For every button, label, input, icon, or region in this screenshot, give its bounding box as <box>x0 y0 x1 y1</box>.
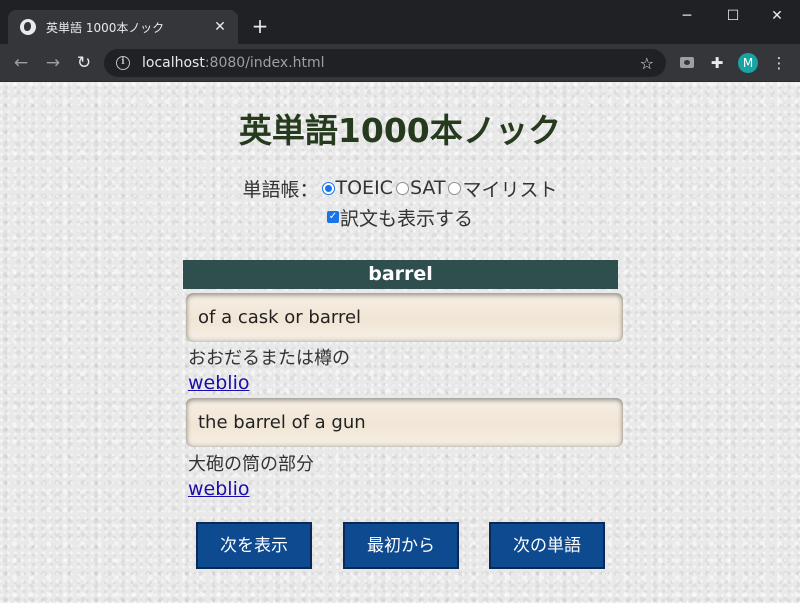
tab-title: 英単語 1000本ノック <box>46 20 165 35</box>
forward-arrow-icon[interactable]: → <box>41 51 65 75</box>
close-window-button[interactable]: ✕ <box>754 4 800 28</box>
browser-tab[interactable]: 英単語 1000本ノック ✕ <box>8 10 238 44</box>
example-sentence-1: of a cask or barrel <box>186 293 623 342</box>
maximize-button[interactable]: ☐ <box>710 4 756 28</box>
profile-avatar[interactable]: M <box>738 53 758 73</box>
globe-icon <box>20 19 36 35</box>
minimize-button[interactable]: ─ <box>664 4 710 28</box>
radio-mylist-label[interactable]: マイリスト <box>462 175 557 202</box>
wordbook-selector: 単語帳： TOEIC SAT マイリスト <box>0 175 800 201</box>
radio-sat[interactable] <box>395 181 409 195</box>
bookmark-star-icon[interactable]: ☆ <box>640 54 654 73</box>
radio-sat-label[interactable]: SAT <box>410 177 446 199</box>
weblio-link-2[interactable]: weblio <box>188 478 249 500</box>
radio-toeic[interactable] <box>321 181 335 195</box>
new-tab-button[interactable]: + <box>248 15 272 39</box>
reload-icon[interactable]: ↻ <box>72 51 96 75</box>
example-sentence-2: the barrel of a gun <box>186 398 623 447</box>
options-panel: 単語帳： TOEIC SAT マイリスト ✓ 訳文も表示する <box>0 175 800 230</box>
wordbook-label: 単語帳： <box>242 178 319 201</box>
tab-strip: 英単語 1000本ノック ✕ + ─ ☐ ✕ <box>0 0 800 44</box>
address-bar[interactable]: i localhost:8080/index.html ☆ <box>104 49 666 77</box>
page-title: 英単語1000本ノック <box>238 111 562 150</box>
tab-close-icon[interactable]: ✕ <box>212 19 228 35</box>
url-text[interactable]: localhost:8080/index.html <box>142 55 640 71</box>
show-translation-label[interactable]: 訳文も表示する <box>340 204 473 231</box>
site-info-icon[interactable]: i <box>116 56 130 70</box>
browser-toolbar: ← → ↻ i localhost:8080/index.html ☆ ✚ M … <box>0 44 800 82</box>
translation-1: おおだるまたは樽の <box>188 348 350 369</box>
media-control-icon[interactable] <box>680 57 694 68</box>
word-heading: barrel <box>183 260 618 289</box>
back-arrow-icon[interactable]: ← <box>9 51 33 75</box>
page-viewport: 英単語1000本ノック 単語帳： TOEIC SAT マイリスト ✓ 訳文も表示… <box>0 82 800 603</box>
show-translation-toggle: ✓ 訳文も表示する <box>0 204 800 230</box>
show-translation-checkbox[interactable]: ✓ <box>326 211 339 223</box>
translation-2: 大砲の筒の部分 <box>188 454 314 475</box>
radio-mylist[interactable] <box>448 181 462 195</box>
extensions-puzzle-icon[interactable]: ✚ <box>706 52 728 74</box>
restart-button[interactable]: 最初から <box>343 522 459 569</box>
radio-toeic-label[interactable]: TOEIC <box>336 177 393 199</box>
menu-kebab-icon[interactable]: ⋮ <box>768 52 790 74</box>
next-word-button[interactable]: 次の単語 <box>489 522 605 569</box>
show-next-button[interactable]: 次を表示 <box>196 522 312 569</box>
weblio-link-1[interactable]: weblio <box>188 372 249 394</box>
